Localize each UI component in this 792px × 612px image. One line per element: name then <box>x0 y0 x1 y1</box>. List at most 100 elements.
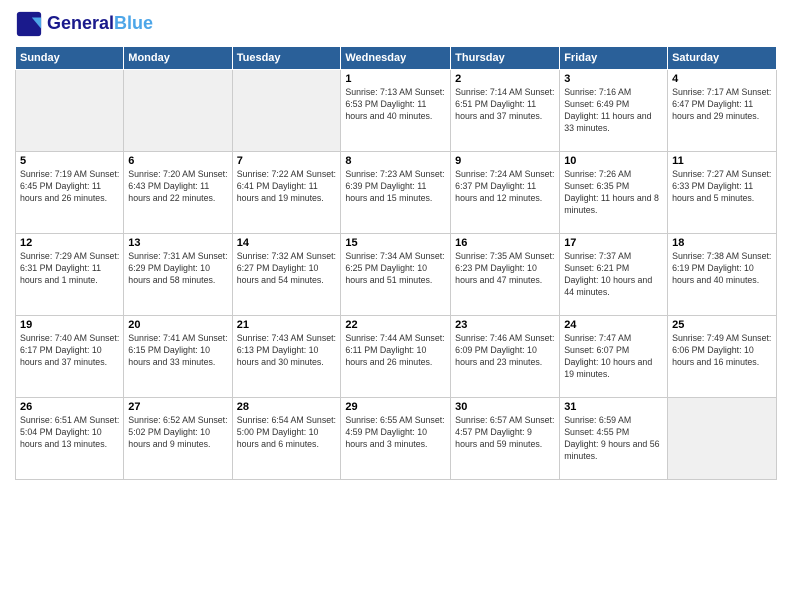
calendar-cell: 5Sunrise: 7:19 AM Sunset: 6:45 PM Daylig… <box>16 152 124 234</box>
day-info: Sunrise: 7:35 AM Sunset: 6:23 PM Dayligh… <box>455 251 555 287</box>
day-info: Sunrise: 7:29 AM Sunset: 6:31 PM Dayligh… <box>20 251 119 287</box>
day-number: 27 <box>128 401 227 413</box>
header: GeneralBlue <box>15 10 777 38</box>
logo: GeneralBlue <box>15 10 153 38</box>
day-info: Sunrise: 7:46 AM Sunset: 6:09 PM Dayligh… <box>455 333 555 369</box>
day-info: Sunrise: 7:49 AM Sunset: 6:06 PM Dayligh… <box>672 333 772 369</box>
day-number: 16 <box>455 237 555 249</box>
day-info: Sunrise: 7:14 AM Sunset: 6:51 PM Dayligh… <box>455 87 555 123</box>
day-number: 14 <box>237 237 337 249</box>
calendar-cell: 31 Sunrise: 6:59 AM Sunset: 4:55 PM Dayli… <box>560 398 668 480</box>
calendar-cell: 10 Sunrise: 7:26 AM Sunset: 6:35 PM Dayli… <box>560 152 668 234</box>
calendar-cell <box>16 70 124 152</box>
day-number: 26 <box>20 401 119 413</box>
day-number: 3 <box>564 73 663 85</box>
day-info: Sunrise: 6:59 AM Sunset: 4:55 PM Dayligh… <box>564 415 663 463</box>
day-number: 31 <box>564 401 663 413</box>
weekday-header-friday: Friday <box>560 47 668 70</box>
calendar-cell <box>668 398 777 480</box>
calendar-cell: 23 Sunrise: 7:46 AM Sunset: 6:09 PM Dayli… <box>451 316 560 398</box>
calendar-cell: 13 Sunrise: 7:31 AM Sunset: 6:29 PM Dayli… <box>124 234 232 316</box>
day-info: Sunrise: 7:16 AM Sunset: 6:49 PM Dayligh… <box>564 87 663 135</box>
calendar-cell: 17Sunrise: 7:37 AM Sunset: 6:21 PM Dayli… <box>560 234 668 316</box>
day-number: 30 <box>455 401 555 413</box>
page: GeneralBlue SundayMondayTuesdayWednesday… <box>0 0 792 612</box>
day-number: 21 <box>237 319 337 331</box>
day-number: 24 <box>564 319 663 331</box>
day-info: Sunrise: 7:40 AM Sunset: 6:17 PM Dayligh… <box>20 333 119 369</box>
calendar-cell: 12 Sunrise: 7:29 AM Sunset: 6:31 PM Dayli… <box>16 234 124 316</box>
day-info: Sunrise: 7:47 AM Sunset: 6:07 PM Dayligh… <box>564 333 663 381</box>
day-number: 9 <box>455 155 555 167</box>
day-number: 2 <box>455 73 555 85</box>
weekday-header-row: SundayMondayTuesdayWednesdayThursdayFrid… <box>16 47 777 70</box>
day-number: 4 <box>672 73 772 85</box>
day-info: Sunrise: 7:17 AM Sunset: 6:47 PM Dayligh… <box>672 87 772 123</box>
day-number: 23 <box>455 319 555 331</box>
day-info: Sunrise: 7:41 AM Sunset: 6:15 PM Dayligh… <box>128 333 227 369</box>
calendar-cell: 3 Sunrise: 7:16 AM Sunset: 6:49 PM Daylig… <box>560 70 668 152</box>
calendar-cell: 29 Sunrise: 6:55 AM Sunset: 4:59 PM Dayli… <box>341 398 451 480</box>
day-info: Sunrise: 7:31 AM Sunset: 6:29 PM Dayligh… <box>128 251 227 287</box>
day-number: 8 <box>345 155 446 167</box>
week-row-5: 26 Sunrise: 6:51 AM Sunset: 5:04 PM Dayli… <box>16 398 777 480</box>
day-info: Sunrise: 6:55 AM Sunset: 4:59 PM Dayligh… <box>345 415 446 451</box>
calendar-cell: 2 Sunrise: 7:14 AM Sunset: 6:51 PM Daylig… <box>451 70 560 152</box>
calendar-cell: 26 Sunrise: 6:51 AM Sunset: 5:04 PM Dayli… <box>16 398 124 480</box>
day-info: Sunrise: 7:37 AM Sunset: 6:21 PM Dayligh… <box>564 251 663 299</box>
calendar-cell <box>232 70 341 152</box>
week-row-3: 12 Sunrise: 7:29 AM Sunset: 6:31 PM Dayli… <box>16 234 777 316</box>
calendar-cell: 28Sunrise: 6:54 AM Sunset: 5:00 PM Dayli… <box>232 398 341 480</box>
calendar-cell <box>124 70 232 152</box>
calendar-cell: 30 Sunrise: 6:57 AM Sunset: 4:57 PM Dayli… <box>451 398 560 480</box>
weekday-header-sunday: Sunday <box>16 47 124 70</box>
day-number: 25 <box>672 319 772 331</box>
day-info: Sunrise: 7:38 AM Sunset: 6:19 PM Dayligh… <box>672 251 772 287</box>
day-info: Sunrise: 7:13 AM Sunset: 6:53 PM Dayligh… <box>345 87 446 123</box>
day-info: Sunrise: 7:23 AM Sunset: 6:39 PM Dayligh… <box>345 169 446 205</box>
calendar-cell: 21 Sunrise: 7:43 AM Sunset: 6:13 PM Dayli… <box>232 316 341 398</box>
day-number: 5 <box>20 155 119 167</box>
calendar-cell: 19 Sunrise: 7:40 AM Sunset: 6:17 PM Dayli… <box>16 316 124 398</box>
calendar-cell: 8 Sunrise: 7:23 AM Sunset: 6:39 PM Daylig… <box>341 152 451 234</box>
day-number: 19 <box>20 319 119 331</box>
calendar-cell: 24 Sunrise: 7:47 AM Sunset: 6:07 PM Dayli… <box>560 316 668 398</box>
day-info: Sunrise: 6:51 AM Sunset: 5:04 PM Dayligh… <box>20 415 119 451</box>
day-number: 1 <box>345 73 446 85</box>
week-row-1: 1 Sunrise: 7:13 AM Sunset: 6:53 PM Daylig… <box>16 70 777 152</box>
day-info: Sunrise: 7:43 AM Sunset: 6:13 PM Dayligh… <box>237 333 337 369</box>
day-number: 29 <box>345 401 446 413</box>
day-number: 18 <box>672 237 772 249</box>
calendar-cell: 1 Sunrise: 7:13 AM Sunset: 6:53 PM Daylig… <box>341 70 451 152</box>
weekday-header-thursday: Thursday <box>451 47 560 70</box>
day-info: Sunrise: 6:57 AM Sunset: 4:57 PM Dayligh… <box>455 415 555 451</box>
calendar-cell: 20 Sunrise: 7:41 AM Sunset: 6:15 PM Dayli… <box>124 316 232 398</box>
day-number: 12 <box>20 237 119 249</box>
day-info: Sunrise: 7:24 AM Sunset: 6:37 PM Dayligh… <box>455 169 555 205</box>
day-info: Sunrise: 6:54 AM Sunset: 5:00 PM Dayligh… <box>237 415 337 451</box>
day-number: 22 <box>345 319 446 331</box>
calendar-cell: 27Sunrise: 6:52 AM Sunset: 5:02 PM Dayli… <box>124 398 232 480</box>
weekday-header-tuesday: Tuesday <box>232 47 341 70</box>
day-number: 13 <box>128 237 227 249</box>
calendar-cell: 9 Sunrise: 7:24 AM Sunset: 6:37 PM Daylig… <box>451 152 560 234</box>
calendar-cell: 15Sunrise: 7:34 AM Sunset: 6:25 PM Dayli… <box>341 234 451 316</box>
calendar-cell: 11Sunrise: 7:27 AM Sunset: 6:33 PM Dayli… <box>668 152 777 234</box>
day-number: 20 <box>128 319 227 331</box>
week-row-4: 19 Sunrise: 7:40 AM Sunset: 6:17 PM Dayli… <box>16 316 777 398</box>
day-info: Sunrise: 7:27 AM Sunset: 6:33 PM Dayligh… <box>672 169 772 205</box>
day-number: 6 <box>128 155 227 167</box>
logo-text: GeneralBlue <box>47 14 153 34</box>
day-number: 10 <box>564 155 663 167</box>
week-row-2: 5Sunrise: 7:19 AM Sunset: 6:45 PM Daylig… <box>16 152 777 234</box>
day-info: Sunrise: 7:26 AM Sunset: 6:35 PM Dayligh… <box>564 169 663 217</box>
calendar-cell: 22Sunrise: 7:44 AM Sunset: 6:11 PM Dayli… <box>341 316 451 398</box>
calendar-cell: 6Sunrise: 7:20 AM Sunset: 6:43 PM Daylig… <box>124 152 232 234</box>
calendar-cell: 16 Sunrise: 7:35 AM Sunset: 6:23 PM Dayli… <box>451 234 560 316</box>
weekday-header-monday: Monday <box>124 47 232 70</box>
calendar-cell: 25 Sunrise: 7:49 AM Sunset: 6:06 PM Dayli… <box>668 316 777 398</box>
logo-icon <box>15 10 43 38</box>
calendar-table: SundayMondayTuesdayWednesdayThursdayFrid… <box>15 46 777 480</box>
calendar-cell: 7Sunrise: 7:22 AM Sunset: 6:41 PM Daylig… <box>232 152 341 234</box>
weekday-header-saturday: Saturday <box>668 47 777 70</box>
